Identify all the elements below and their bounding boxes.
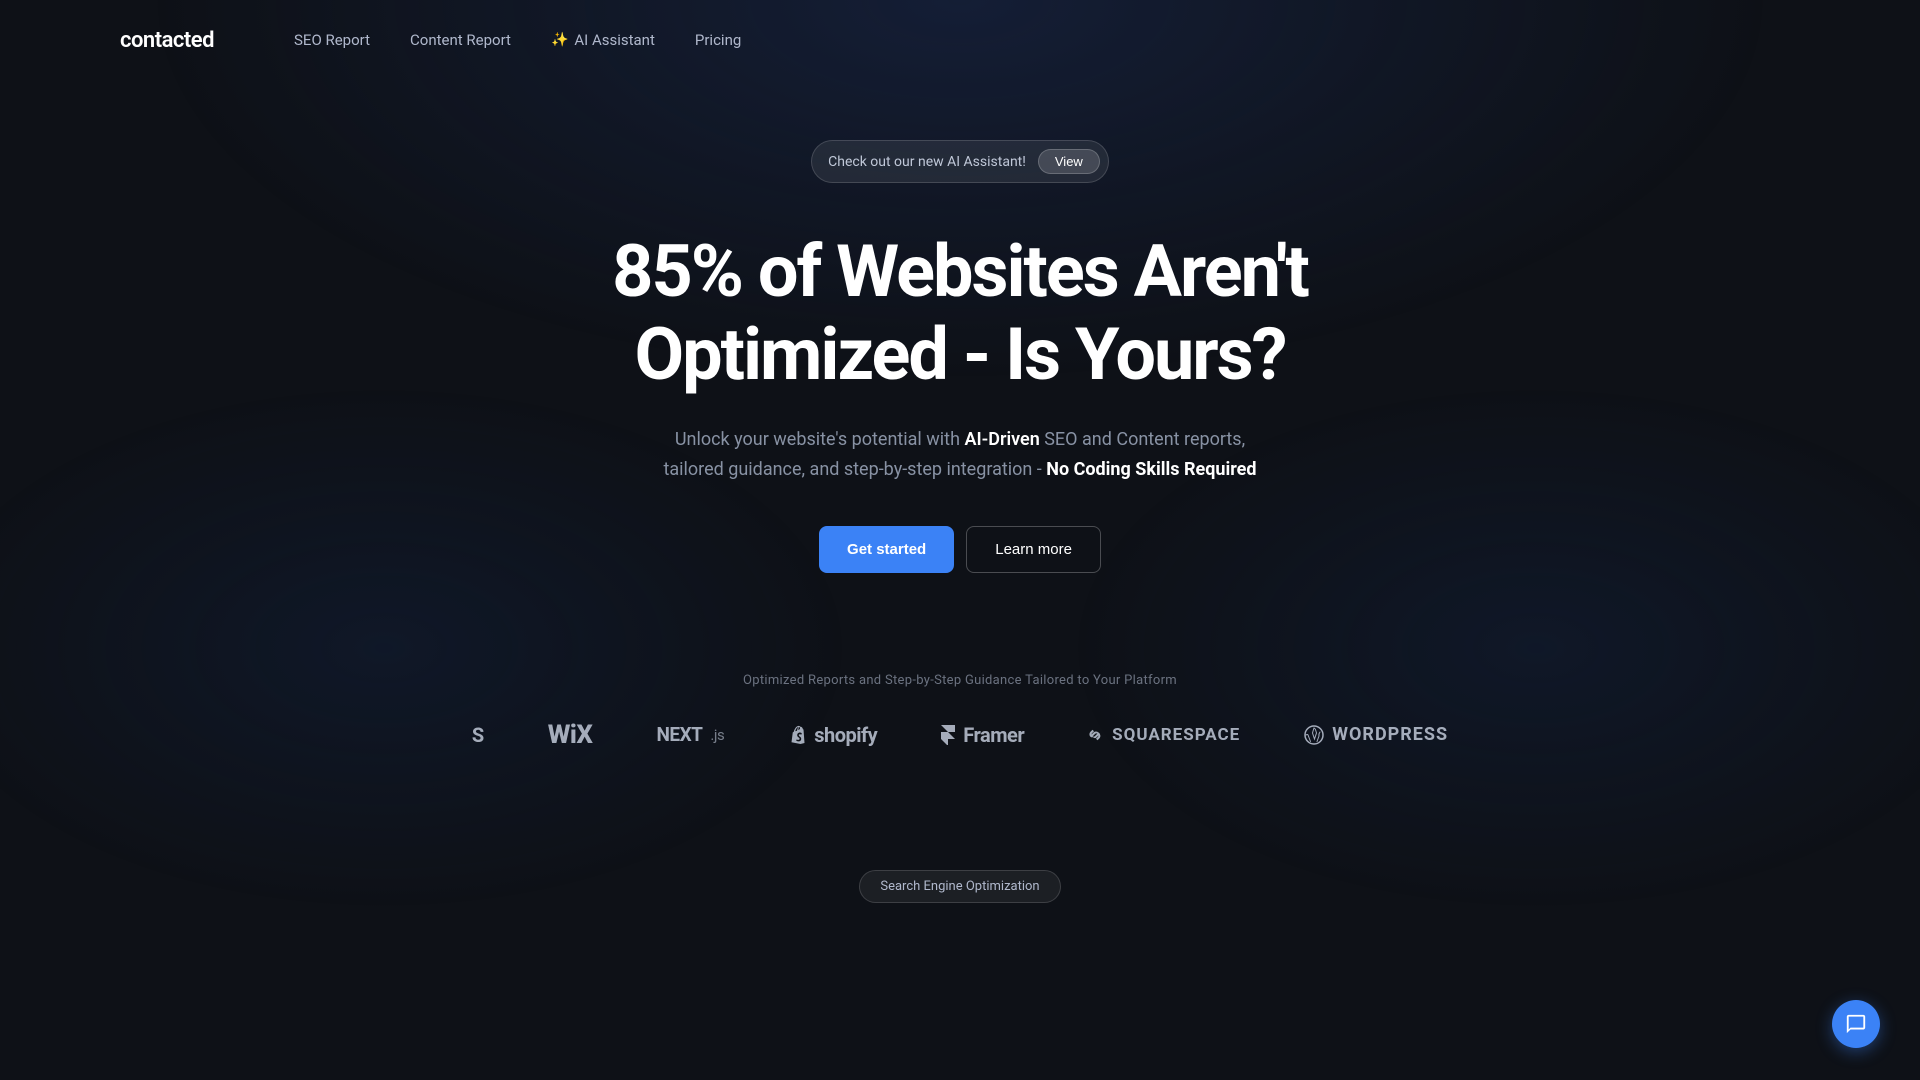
- nav-links: SEO Report Content Report ✨ AI Assistant…: [294, 31, 741, 49]
- platforms-row: S WiX NEXT.js shopify: [0, 720, 1920, 750]
- announcement-banner: Check out our new AI Assistant! View: [811, 140, 1109, 183]
- announcement-text: Check out our new AI Assistant!: [828, 154, 1026, 170]
- nav-link-pricing[interactable]: Pricing: [695, 31, 741, 49]
- platform-logo-shopify: shopify: [788, 723, 877, 747]
- nav-item-pricing[interactable]: Pricing: [695, 31, 741, 49]
- nav-item-content-report[interactable]: Content Report: [410, 31, 511, 49]
- shopify-icon: [788, 725, 806, 745]
- hero-title: 85% of Websites Aren'tOptimized - Is You…: [612, 231, 1308, 397]
- nav-link-content-report[interactable]: Content Report: [410, 31, 511, 49]
- logo-text: contacted: [120, 28, 214, 53]
- nav-item-seo-report[interactable]: SEO Report: [294, 31, 370, 49]
- subtitle-highlight: AI-Driven: [964, 429, 1039, 450]
- seo-badge: Search Engine Optimization: [859, 870, 1060, 903]
- seo-badge-text: Search Engine Optimization: [880, 879, 1039, 894]
- navbar: contacted SEO Report Content Report ✨ AI…: [0, 0, 1920, 80]
- get-started-button[interactable]: Get started: [819, 526, 954, 573]
- platform-logo-wordpress: WordPress: [1304, 724, 1448, 745]
- platform-logo-wix: WiX: [548, 720, 593, 750]
- platform-logo-squarespace: SQUARESPACE: [1088, 725, 1240, 745]
- subtitle-prefix: Unlock your website's potential with: [675, 429, 965, 450]
- framer-icon: [941, 725, 955, 745]
- learn-more-button[interactable]: Learn more: [966, 526, 1101, 573]
- chat-icon: [1845, 1013, 1867, 1035]
- squarespace-icon: [1088, 727, 1104, 743]
- chat-support-button[interactable]: [1832, 1000, 1880, 1048]
- cta-buttons: Get started Learn more: [819, 526, 1101, 573]
- subtitle-emphasis: No Coding Skills Required: [1046, 459, 1256, 480]
- platform-logo-nextjs: NEXT.js: [656, 723, 724, 746]
- ai-assistant-label: AI Assistant: [574, 31, 655, 49]
- main-content: Check out our new AI Assistant! View 85%…: [0, 80, 1920, 903]
- nav-link-seo-report[interactable]: SEO Report: [294, 31, 370, 49]
- platforms-label: Optimized Reports and Step-by-Step Guida…: [743, 673, 1177, 688]
- platform-logo-framer: Framer: [941, 723, 1024, 747]
- nav-item-ai-assistant[interactable]: ✨ AI Assistant: [551, 31, 655, 49]
- platforms-section: Optimized Reports and Step-by-Step Guida…: [0, 673, 1920, 750]
- ai-sparkle-icon: ✨: [551, 32, 568, 48]
- wordpress-icon: [1304, 725, 1324, 745]
- logo[interactable]: contacted: [120, 28, 214, 53]
- platform-logo-webflow: S: [472, 723, 484, 747]
- nav-link-ai-assistant[interactable]: ✨ AI Assistant: [551, 31, 655, 49]
- hero-subtitle: Unlock your website's potential with AI-…: [650, 425, 1270, 486]
- announcement-view-button[interactable]: View: [1038, 149, 1100, 174]
